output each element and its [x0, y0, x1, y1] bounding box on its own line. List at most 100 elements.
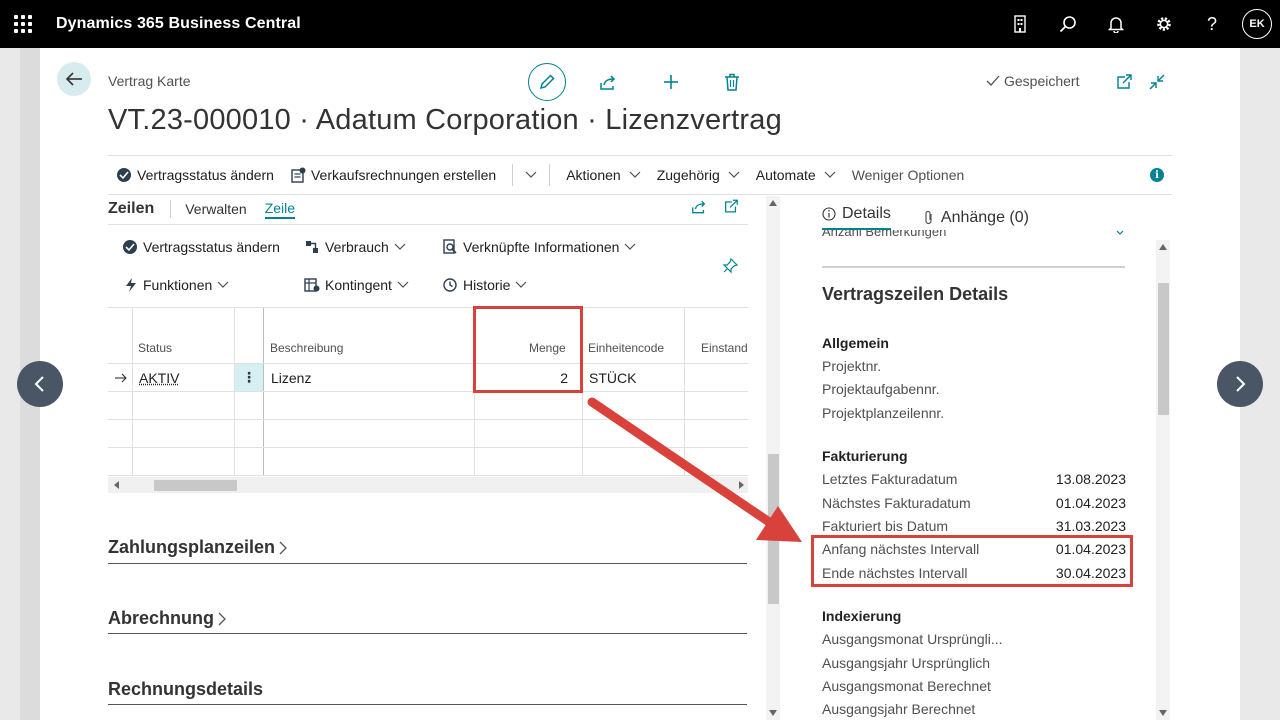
- interval-highlight-box: [811, 535, 1133, 587]
- avatar[interactable]: EK: [1242, 9, 1272, 39]
- usage-menu[interactable]: Verbrauch: [304, 239, 406, 255]
- lines-header: Zeilen Verwalten Zeile: [108, 195, 748, 223]
- app-title[interactable]: Dynamics 365 Business Central: [56, 15, 301, 33]
- quantity-highlight-box: [473, 306, 583, 393]
- change-status-action[interactable]: Vertragsstatus ändern: [108, 155, 282, 195]
- chevron-right-icon: [218, 612, 226, 625]
- section-title: Rechnungsdetails: [108, 679, 264, 699]
- app-launcher-icon[interactable]: [14, 15, 32, 33]
- status-check-icon: [123, 240, 137, 254]
- fewer-options-button[interactable]: Weniger Optionen: [844, 155, 973, 195]
- next-record-button[interactable]: [1217, 361, 1263, 407]
- status-check-icon: [117, 168, 131, 182]
- tab-details[interactable]: Details: [822, 205, 891, 230]
- action-bar: Vertragsstatus ändern Verkaufsrechnungen…: [108, 155, 1172, 195]
- create-invoices-action[interactable]: Verkaufsrechnungen erstellen: [282, 155, 504, 195]
- delete-button[interactable]: [720, 70, 744, 94]
- factbox-row[interactable]: Ausgangsmonat Ursprüngli...: [822, 631, 1126, 647]
- checkmark-icon: [986, 75, 1000, 86]
- lines-change-status-action[interactable]: Vertragsstatus ändern: [122, 239, 280, 255]
- tab-manage[interactable]: Verwalten: [185, 201, 246, 217]
- new-button[interactable]: [659, 70, 683, 94]
- functions-menu[interactable]: Funktionen: [124, 277, 229, 293]
- factbox-row[interactable]: Fakturiert bis Datum 31.03.2023: [822, 518, 1126, 534]
- scroll-up-icon[interactable]: [1159, 244, 1167, 250]
- row-actions-button[interactable]: ⋮: [235, 364, 263, 391]
- field-label: Projektnr.: [822, 358, 882, 374]
- action-label: Aktionen: [566, 167, 621, 183]
- factbox-row[interactable]: Ausgangsjahr Berechnet: [822, 701, 1126, 717]
- column-header-unit-code[interactable]: Einheitencode: [588, 341, 664, 355]
- top-bar: Dynamics 365 Business Central ? EK: [0, 0, 1280, 48]
- description-cell[interactable]: Lizenz: [271, 370, 311, 386]
- related-menu[interactable]: Zugehörig: [649, 155, 748, 195]
- bell-icon[interactable]: [1092, 0, 1140, 48]
- action-label: Zugehörig: [656, 167, 720, 183]
- quota-menu[interactable]: Kontingent: [304, 277, 409, 293]
- tab-line[interactable]: Zeile: [264, 200, 296, 219]
- chevron-down-icon: [516, 281, 527, 288]
- factbox-row[interactable]: Projektaufgabennr.: [822, 381, 1126, 397]
- chevron-down-icon: [217, 281, 229, 288]
- saved-status: Gespeichert: [986, 73, 1079, 89]
- back-button[interactable]: [57, 62, 91, 96]
- lines-share-button[interactable]: [689, 196, 709, 216]
- factbox-vertical-scrollbar[interactable]: [1156, 240, 1170, 720]
- quota-icon: [304, 278, 320, 292]
- section-billing[interactable]: Abrechnung: [108, 608, 747, 634]
- previous-record-button[interactable]: [17, 361, 63, 407]
- grid-column-divider: [234, 308, 235, 476]
- history-menu[interactable]: Historie: [442, 277, 527, 293]
- factbox-row[interactable]: Ausgangsmonat Berechnet: [822, 678, 1126, 694]
- tab-attachments[interactable]: Anhänge (0): [923, 205, 1029, 230]
- lines-expand-button[interactable]: [721, 196, 741, 216]
- scroll-down-icon[interactable]: [769, 710, 777, 716]
- column-header-description[interactable]: Beschreibung: [270, 341, 343, 355]
- document-search-icon: [443, 239, 457, 254]
- status-cell[interactable]: AKTIV: [139, 370, 179, 386]
- column-header-status[interactable]: Status: [138, 341, 172, 355]
- column-header-cost[interactable]: Einstands: [701, 341, 748, 355]
- field-value: 31.03.2023: [1055, 518, 1126, 534]
- factbox-divider: [822, 266, 1125, 268]
- actions-menu[interactable]: Aktionen: [558, 155, 648, 195]
- help-icon[interactable]: ?: [1188, 0, 1236, 48]
- field-label: Ausgangsmonat Ursprüngli...: [822, 631, 1003, 647]
- breadcrumb: Vertrag Karte: [108, 73, 191, 89]
- scrollbar-thumb[interactable]: [154, 480, 237, 491]
- field-label: Fakturiert bis Datum: [822, 518, 949, 534]
- linked-info-menu[interactable]: Verknüpfte Informationen: [442, 239, 636, 255]
- scroll-up-icon[interactable]: [769, 200, 777, 206]
- factbox-row[interactable]: Ausgangsjahr Ursprünglich: [822, 655, 1126, 671]
- search-icon[interactable]: [1044, 0, 1092, 48]
- factbox-tabs: Details Anhänge (0): [822, 205, 1029, 230]
- more-dropdown[interactable]: [521, 155, 541, 195]
- factbox-row[interactable]: Nächstes Fakturadatum 01.04.2023: [822, 495, 1126, 511]
- field-label: Ausgangsjahr Ursprünglich: [822, 655, 991, 671]
- pin-button[interactable]: [722, 258, 738, 274]
- field-label: Projektplanzeilennr.: [822, 405, 945, 421]
- info-icon[interactable]: i: [1150, 168, 1164, 182]
- unit-code-cell[interactable]: STÜCK: [589, 370, 636, 386]
- field-label: Letztes Fakturadatum: [822, 471, 958, 487]
- grid-column-divider: [263, 308, 264, 476]
- collapse-button[interactable]: [1145, 70, 1169, 94]
- automate-menu[interactable]: Automate: [748, 155, 844, 195]
- scrollbar-thumb[interactable]: [1158, 283, 1169, 415]
- plus-icon: [664, 75, 678, 89]
- action-label: Verknüpfte Informationen: [463, 239, 620, 255]
- section-invoice-details[interactable]: Rechnungsdetails: [108, 679, 747, 705]
- scroll-left-icon[interactable]: [114, 481, 120, 489]
- scroll-down-icon[interactable]: [1159, 710, 1167, 716]
- invoice-icon: [291, 167, 306, 183]
- open-new-window-button[interactable]: [1112, 70, 1136, 94]
- action-label: Kontingent: [325, 277, 392, 293]
- factbox-row[interactable]: Letztes Fakturadatum 13.08.2023: [822, 471, 1126, 487]
- factbox-row[interactable]: Projektnr.: [822, 358, 1126, 374]
- company-icon[interactable]: [996, 0, 1044, 48]
- share-button[interactable]: [596, 70, 620, 94]
- edit-button[interactable]: [528, 63, 566, 101]
- saved-label: Gespeichert: [1004, 73, 1080, 89]
- factbox-row[interactable]: Projektplanzeilennr.: [822, 405, 1126, 421]
- gear-icon[interactable]: [1140, 0, 1188, 48]
